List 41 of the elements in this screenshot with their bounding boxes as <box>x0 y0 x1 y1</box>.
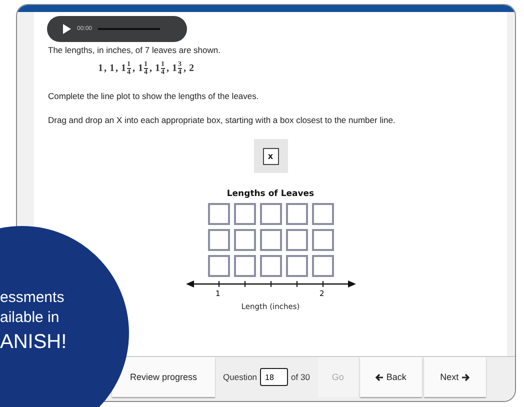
comma-text: , <box>150 63 152 74</box>
comma-text: , <box>116 63 118 74</box>
prompt-text: The lengths, in inches, of 7 leaves are shown. <box>48 45 222 55</box>
drop-box[interactable] <box>286 229 308 251</box>
back-button[interactable]: Back <box>360 357 422 397</box>
review-progress-button[interactable]: Review progress <box>112 357 215 397</box>
drop-box[interactable] <box>260 255 282 277</box>
drop-box[interactable] <box>312 203 334 225</box>
left-arrow-icon <box>375 372 384 382</box>
instruction-text: Complete the line plot to show the lengths of the leaves. <box>48 91 260 101</box>
question-total: of 30 <box>291 372 310 382</box>
next-button[interactable]: Next <box>424 357 486 397</box>
drop-box[interactable] <box>286 203 308 225</box>
mixed-number: 1 <box>98 63 103 74</box>
drop-box[interactable] <box>208 229 230 251</box>
drop-box[interactable] <box>208 203 230 225</box>
mixed-number: 1 <box>110 63 114 74</box>
drop-box[interactable] <box>208 255 230 277</box>
promo-text: ANISH! <box>0 330 67 355</box>
right-arrow-icon <box>460 372 470 382</box>
drop-box[interactable] <box>234 229 256 251</box>
comma-text: , <box>132 63 135 74</box>
mixed-number: 2 <box>189 63 194 74</box>
drop-box[interactable] <box>286 255 308 277</box>
question-number-field[interactable]: 18 <box>260 368 288 386</box>
drop-box[interactable] <box>312 255 334 277</box>
drop-box[interactable] <box>260 229 282 251</box>
promo-text: essments <box>0 288 66 308</box>
drop-box[interactable] <box>312 229 334 251</box>
x-tile[interactable]: x <box>262 148 278 164</box>
drop-box[interactable] <box>234 203 256 225</box>
plot-title: Lengths of Leaves <box>226 189 314 199</box>
play-icon[interactable] <box>63 24 71 34</box>
comma-text: , <box>104 63 106 74</box>
comma-text: , <box>166 63 169 74</box>
instruction-text: Drag and drop an X into each appropriate box, starting with a box closest to the number line. <box>48 115 396 125</box>
comma-text: , <box>184 63 186 74</box>
drop-box[interactable] <box>234 255 256 277</box>
promo-text: ailable in <box>0 308 60 328</box>
question-label: Question <box>223 372 258 382</box>
drop-box[interactable] <box>260 203 282 225</box>
